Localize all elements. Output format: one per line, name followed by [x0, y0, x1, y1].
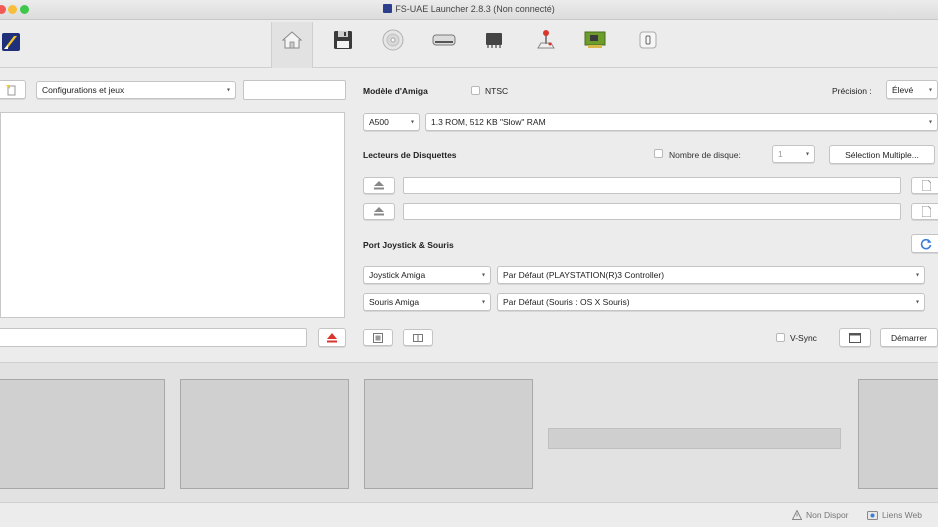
warning-icon	[792, 510, 802, 520]
port-1-value: Souris Amiga	[369, 297, 420, 307]
rom-chip-icon	[486, 33, 502, 48]
document-icon	[921, 180, 931, 191]
config-filter-value: Configurations et jeux	[42, 85, 125, 95]
chevron-down-icon: ▾	[481, 299, 485, 306]
cdrom-icon	[382, 29, 404, 51]
port-1-device-value: Par Défaut (Souris : OS X Souris)	[503, 297, 630, 307]
tab-expansion[interactable]	[583, 28, 607, 52]
window-title-container: FS-UAE Launcher 2.8.3 (Non connecté)	[0, 4, 938, 14]
fs-uae-logo	[2, 33, 20, 51]
chevron-down-icon: ▾	[915, 272, 919, 279]
toolbar	[0, 20, 938, 68]
tab-home[interactable]	[280, 28, 304, 52]
chevron-down-icon: ▾	[481, 272, 485, 279]
screenshot-slot-3	[364, 379, 533, 489]
ntsc-label: NTSC	[485, 86, 509, 96]
screenshot-button[interactable]	[363, 329, 393, 346]
tab-rom[interactable]	[482, 28, 506, 52]
disk-count-label: Nombre de disque:	[669, 150, 741, 160]
port-0-device-select[interactable]: Par Défaut (PLAYSTATION(R)3 Controller) …	[497, 266, 925, 284]
port-0-select[interactable]: Joystick Amiga ▾	[363, 266, 491, 284]
floppy-drive-1-path[interactable]	[403, 203, 901, 220]
floppy-icon	[334, 31, 352, 49]
eject-red-icon	[327, 332, 337, 342]
delete-config-button[interactable]	[318, 328, 346, 347]
vsync-label: V-Sync	[790, 333, 817, 343]
fullscreen-button[interactable]	[839, 328, 871, 347]
precision-select[interactable]: Élevé ▾	[886, 80, 938, 99]
window-title: FS-UAE Launcher 2.8.3 (Non connecté)	[395, 4, 555, 14]
refresh-icon	[920, 238, 932, 249]
tab-joystick[interactable]	[534, 28, 558, 52]
document-icon	[921, 206, 931, 217]
tab-cdrom[interactable]	[381, 28, 405, 52]
floppy-drive-0-path[interactable]	[403, 177, 901, 194]
screenshot-slot-1	[0, 379, 165, 489]
multi-select-button[interactable]: Sélection Multiple...	[829, 145, 935, 164]
browse-drive-1-button[interactable]	[911, 203, 938, 220]
new-config-button[interactable]	[0, 80, 26, 99]
ports-section-label: Port Joystick & Souris	[363, 240, 454, 250]
port-0-value: Joystick Amiga	[369, 270, 426, 280]
ntsc-checkbox[interactable]	[471, 86, 480, 95]
split-view-icon	[413, 333, 423, 342]
app-icon	[383, 4, 393, 13]
start-button[interactable]: Démarrer	[880, 328, 938, 347]
grid-icon	[373, 332, 383, 343]
port-1-device-select[interactable]: Par Défaut (Souris : OS X Souris) ▾	[497, 293, 925, 311]
floppy-section-label: Lecteurs de Disquettes	[363, 150, 457, 160]
title-banner-slot	[548, 428, 841, 449]
config-name-input[interactable]	[0, 328, 307, 347]
amiga-model-label: Modèle d'Amiga	[363, 86, 428, 96]
tab-harddrive[interactable]	[432, 28, 456, 52]
home-icon	[281, 31, 303, 49]
amiga-model-select[interactable]: A500 ▾	[363, 113, 420, 131]
amiga-config-select[interactable]: 1.3 ROM, 512 KB "Slow" RAM ▾	[425, 113, 938, 131]
port-1-select[interactable]: Souris Amiga ▾	[363, 293, 491, 311]
port-0-device-value: Par Défaut (PLAYSTATION(R)3 Controller)	[503, 270, 665, 280]
disk-count-select[interactable]: 1 ▾	[772, 145, 815, 163]
search-input[interactable]	[243, 80, 346, 100]
panels-button[interactable]	[403, 329, 433, 346]
precision-value: Élevé	[892, 84, 914, 95]
new-document-icon	[6, 84, 16, 95]
game-list[interactable]	[0, 112, 345, 318]
status-not-available[interactable]: Non Dispor	[792, 510, 849, 520]
eject-drive-0-button[interactable]	[363, 177, 395, 194]
expansion-card-icon	[584, 31, 606, 48]
screenshot-slot-2	[180, 379, 349, 489]
window-icon	[849, 332, 861, 343]
precision-label: Précision :	[832, 86, 872, 96]
status-web-links-label: Liens Web	[882, 510, 923, 520]
eject-icon	[374, 207, 384, 216]
web-links-icon	[867, 511, 878, 520]
harddrive-icon	[432, 34, 456, 46]
eject-drive-1-button[interactable]	[363, 203, 395, 220]
disk-count-checkbox[interactable]	[654, 149, 663, 158]
device-icon	[639, 31, 657, 49]
vsync-checkbox[interactable]	[776, 333, 785, 342]
screenshot-slot-4	[858, 379, 938, 489]
eject-icon	[374, 181, 384, 190]
status-web-links[interactable]: Liens Web	[867, 510, 922, 520]
config-filter-select[interactable]: Configurations et jeux ▾	[36, 81, 236, 99]
joystick-icon	[537, 30, 555, 49]
chevron-down-icon: ▾	[928, 119, 932, 126]
chevron-down-icon: ▾	[226, 87, 230, 94]
chevron-down-icon: ▾	[805, 151, 809, 158]
refresh-devices-button[interactable]	[911, 234, 938, 253]
browse-drive-0-button[interactable]	[911, 177, 938, 194]
chevron-down-icon: ▾	[410, 119, 414, 126]
tab-floppy[interactable]	[331, 28, 355, 52]
amiga-config-value: 1.3 ROM, 512 KB "Slow" RAM	[431, 117, 546, 127]
status-not-available-label: Non Dispor	[806, 510, 849, 520]
tab-device[interactable]	[636, 28, 660, 52]
chevron-down-icon: ▾	[928, 87, 932, 93]
disk-count-value: 1	[778, 149, 783, 159]
amiga-model-value: A500	[369, 117, 389, 127]
chevron-down-icon: ▾	[915, 299, 919, 306]
